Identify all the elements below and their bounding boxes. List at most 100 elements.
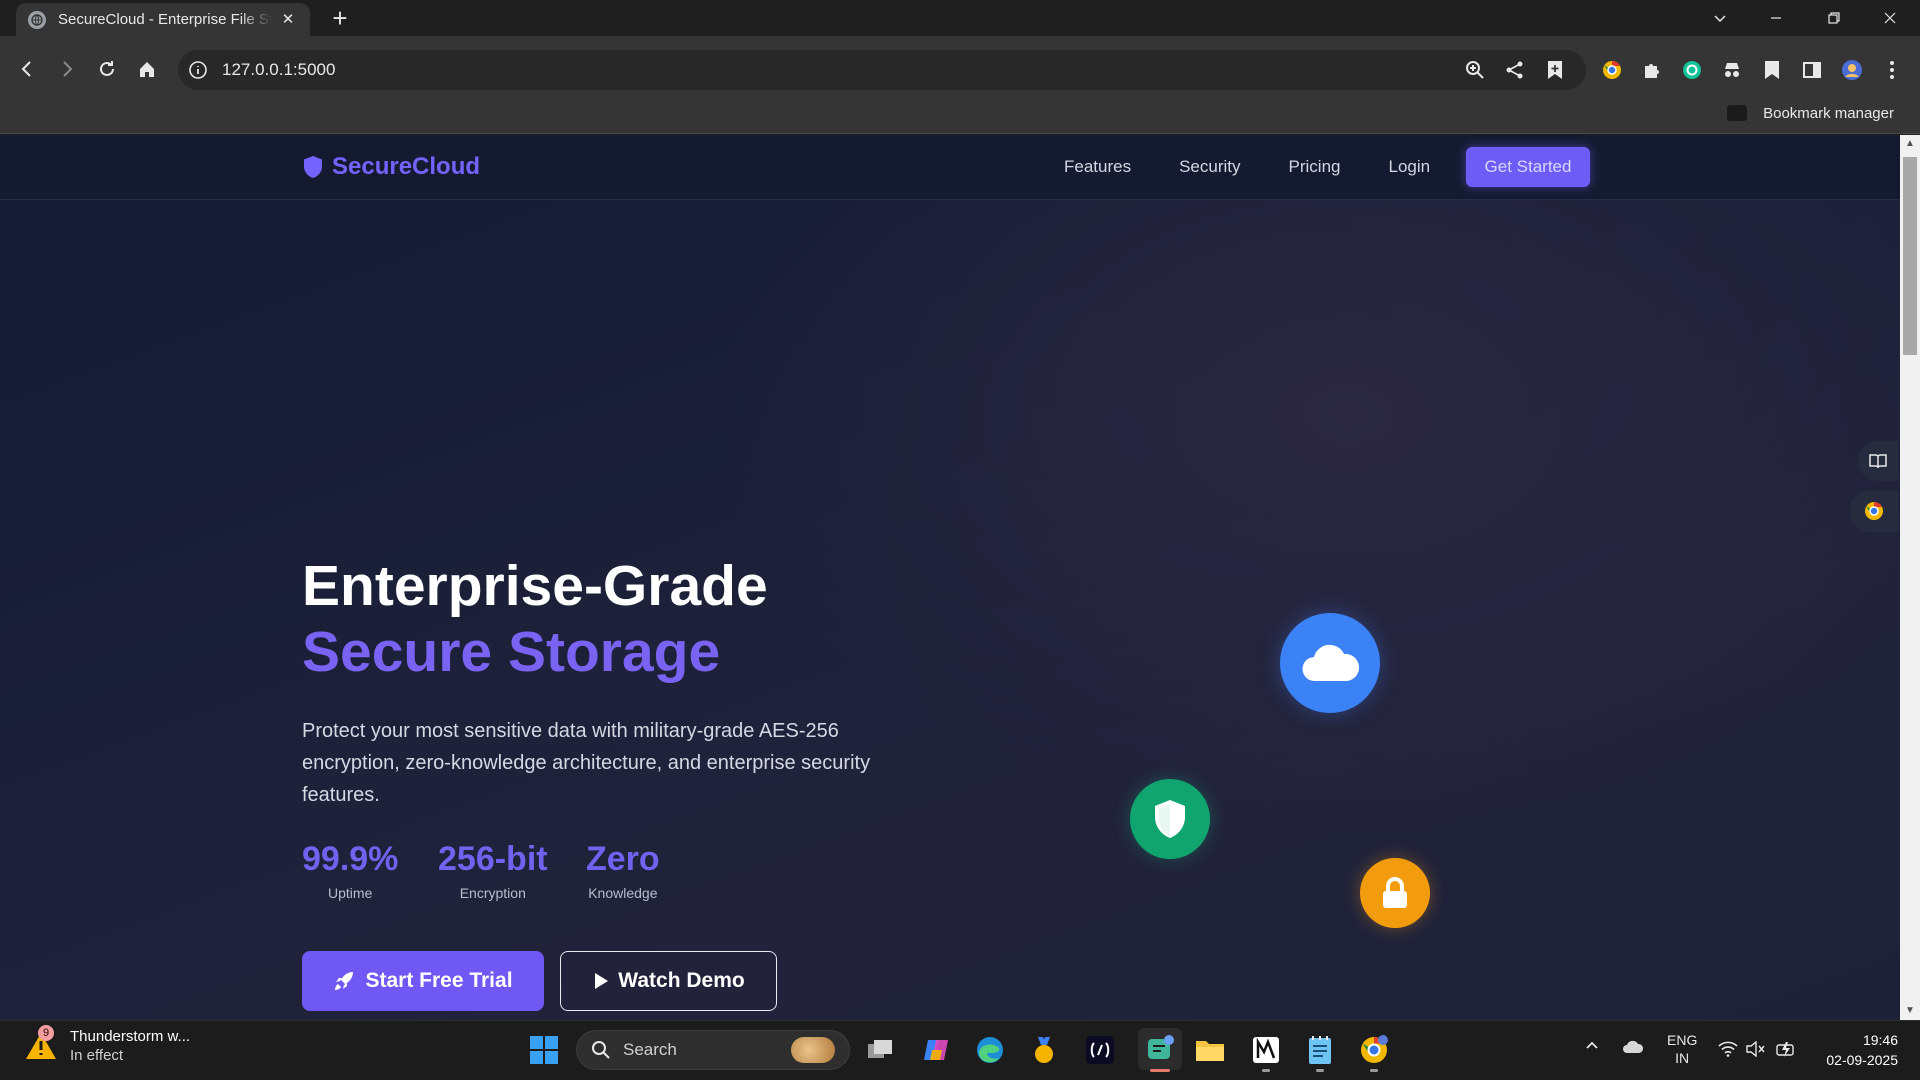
site-logo[interactable]: SecureCloud: [302, 153, 480, 181]
side-panel-icon[interactable]: [1798, 56, 1826, 84]
shield-icon: [1130, 779, 1210, 859]
stat-label: Encryption: [459, 885, 526, 901]
windows-start-icon[interactable]: [526, 1032, 562, 1068]
search-placeholder: Search: [623, 1040, 677, 1059]
scroll-up-arrow-icon[interactable]: ▲: [1900, 135, 1920, 153]
search-highlight-icon: [791, 1037, 835, 1063]
system-clock[interactable]: 19:46 02-09-2025: [1808, 1030, 1898, 1070]
volume-muted-icon[interactable]: [1746, 1040, 1766, 1060]
site-info-icon[interactable]: [186, 58, 210, 82]
bookmark-star-icon[interactable]: [1542, 57, 1568, 83]
forward-button[interactable]: [51, 53, 83, 85]
nav-pricing[interactable]: Pricing: [1289, 157, 1341, 177]
language-code: ENG: [1667, 1032, 1698, 1048]
chrome-extension-icon[interactable]: [1598, 56, 1626, 84]
reload-button[interactable]: [91, 53, 123, 85]
home-button[interactable]: [131, 53, 163, 85]
nav-login[interactable]: Login: [1388, 157, 1430, 177]
show-hidden-icons-chevron-icon[interactable]: [1584, 1037, 1600, 1056]
close-window-button[interactable]: [1862, 0, 1918, 36]
main-nav: Features Security Pricing Login: [1064, 157, 1478, 177]
wifi-icon[interactable]: [1718, 1041, 1738, 1060]
tab-title: SecureCloud - Enterprise File Storage: [58, 11, 272, 28]
cloud-icon: [1280, 613, 1380, 713]
weather-title: Thunderstorm w...: [70, 1028, 191, 1045]
notion-icon[interactable]: [1248, 1032, 1284, 1068]
onedrive-cloud-icon[interactable]: [1622, 1040, 1644, 1057]
stat-encryption: 256-bit Encryption: [438, 839, 548, 901]
stat-value: Zero: [586, 840, 660, 878]
folder-icon: [1727, 105, 1748, 121]
language-indicator[interactable]: ENG IN: [1667, 1031, 1697, 1067]
scroll-down-arrow-icon[interactable]: ▼: [1900, 1002, 1920, 1020]
page-viewport: SecureCloud Features Security Pricing Lo…: [0, 135, 1900, 1020]
code-app-icon[interactable]: [1082, 1032, 1118, 1068]
reading-mode-icon[interactable]: [1858, 441, 1898, 481]
extensions-puzzle-icon[interactable]: [1638, 56, 1666, 84]
close-tab-icon[interactable]: ✕: [278, 10, 298, 30]
stat-knowledge: Zero Knowledge: [586, 839, 660, 901]
edge-icon[interactable]: [972, 1032, 1008, 1068]
rocket-icon: [335, 972, 354, 990]
weather-alert-icon: 9: [24, 1025, 58, 1063]
running-app-indicator: [1262, 1069, 1270, 1072]
new-tab-button[interactable]: +: [326, 5, 354, 33]
taskbar-search[interactable]: Search: [576, 1030, 850, 1070]
back-button[interactable]: [11, 53, 43, 85]
chrome-sidebar-icon[interactable]: [1850, 490, 1898, 532]
globe-icon: [28, 10, 46, 29]
address-bar[interactable]: [178, 50, 1586, 90]
lock-icon: [1360, 858, 1430, 928]
notepad-icon[interactable]: [1302, 1032, 1338, 1068]
search-icon: [592, 1041, 610, 1059]
copilot-icon[interactable]: [918, 1032, 954, 1068]
start-free-trial-label: Start Free Trial: [365, 969, 513, 992]
tab-search-chevron-icon[interactable]: [1692, 0, 1748, 36]
url-text[interactable]: 127.0.0.1:5000: [222, 58, 335, 82]
weather-status: In effect: [70, 1047, 124, 1064]
get-started-button[interactable]: Get Started: [1466, 147, 1590, 187]
site-navbar: SecureCloud Features Security Pricing Lo…: [0, 135, 1900, 200]
minimize-button[interactable]: [1748, 0, 1804, 36]
incognito-extension-icon[interactable]: [1718, 56, 1746, 84]
chat-app-icon[interactable]: [1138, 1028, 1182, 1070]
running-app-indicator: [1316, 1069, 1324, 1072]
browser-tab[interactable]: SecureCloud - Enterprise File Storage ✕: [16, 3, 310, 36]
nav-security[interactable]: Security: [1179, 157, 1240, 177]
restore-button[interactable]: [1806, 0, 1862, 36]
stat-value: 256-bit: [438, 840, 548, 878]
region-code: IN: [1675, 1050, 1690, 1066]
tab-strip: SecureCloud - Enterprise File Storage ✕ …: [0, 0, 1920, 36]
file-explorer-icon[interactable]: [1192, 1032, 1228, 1068]
weather-badge: 9: [38, 1025, 54, 1041]
stat-label: Knowledge: [588, 885, 658, 901]
start-free-trial-button[interactable]: Start Free Trial: [302, 951, 544, 1011]
bookmark-manager-item[interactable]: Bookmark manager: [1727, 100, 1894, 126]
brand-name: SecureCloud: [332, 153, 481, 180]
clock-date: 02-09-2025: [1826, 1052, 1898, 1068]
profile-avatar-icon[interactable]: [1838, 56, 1866, 84]
chrome-menu-icon[interactable]: [1878, 56, 1906, 84]
reading-list-icon[interactable]: [1758, 56, 1786, 84]
zoom-icon[interactable]: [1462, 57, 1488, 83]
chrome-icon[interactable]: [1356, 1032, 1392, 1068]
weather-widget[interactable]: 9 Thunderstorm w... In effect: [24, 1025, 191, 1065]
stat-label: Uptime: [328, 885, 373, 901]
rewards-medal-icon[interactable]: [1026, 1032, 1062, 1068]
page-scrollbar[interactable]: ▲ ▼: [1900, 135, 1920, 1020]
hero-title-line1: Enterprise-Grade: [302, 554, 768, 618]
clock-time: 19:46: [1862, 1032, 1898, 1048]
task-view-icon[interactable]: [862, 1032, 898, 1068]
nav-features[interactable]: Features: [1064, 157, 1131, 177]
watch-demo-button[interactable]: Watch Demo: [560, 951, 777, 1011]
bookmarks-bar: [0, 92, 1920, 134]
battery-charging-icon[interactable]: [1776, 1040, 1798, 1061]
running-app-indicator: [1370, 1069, 1378, 1072]
share-icon[interactable]: [1502, 57, 1528, 83]
grammar-extension-icon[interactable]: [1678, 56, 1706, 84]
hero-title-line2: Secure Storage: [302, 620, 721, 684]
scrollbar-thumb[interactable]: [1903, 157, 1917, 355]
stat-value: 99.9%: [302, 840, 399, 878]
watch-demo-label: Watch Demo: [618, 969, 745, 992]
bookmark-manager-label: Bookmark manager: [1763, 104, 1894, 122]
